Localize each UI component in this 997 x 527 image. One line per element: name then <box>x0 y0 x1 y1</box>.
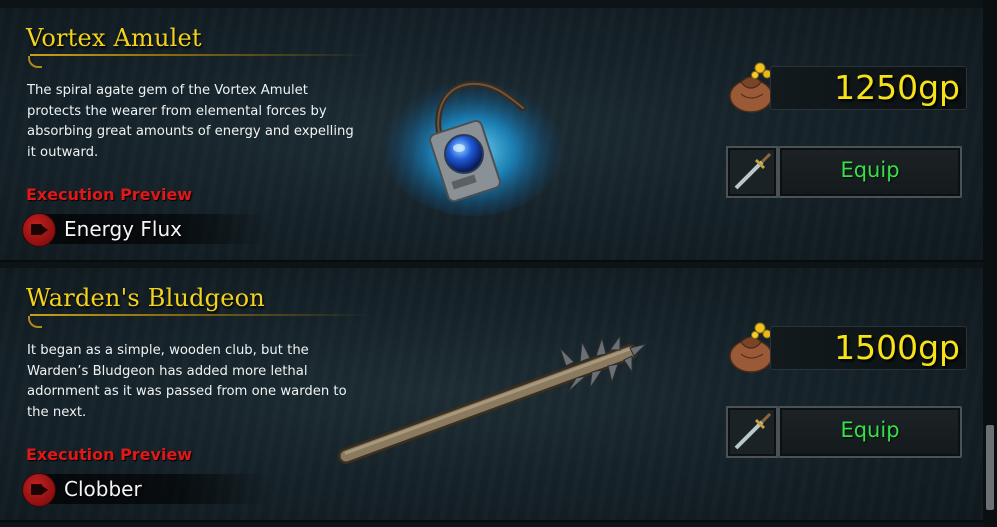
equip-label: Equip <box>840 158 900 182</box>
item-title: Vortex Amulet <box>26 24 202 52</box>
equip-row: Equip <box>726 406 962 458</box>
execution-preview-label: Execution Preview <box>26 445 193 464</box>
item-description: The spiral agate gem of the Vortex Amule… <box>27 83 354 160</box>
amulet-icon <box>381 72 565 216</box>
item-card-vortex-amulet: Vortex Amulet The spiral agate gem of th… <box>0 8 983 262</box>
video-camera-icon <box>22 473 56 507</box>
sword-icon <box>734 152 772 190</box>
sword-slot <box>726 146 778 198</box>
equip-button[interactable]: Equip <box>778 406 962 458</box>
execution-name: Energy Flux <box>64 217 182 241</box>
price-display: 1250gp <box>770 66 967 110</box>
video-camera-icon <box>22 213 56 247</box>
scrollbar[interactable] <box>983 0 997 527</box>
spiked-club-icon <box>338 334 648 464</box>
title-underline <box>30 54 370 56</box>
scrollbar-thumb[interactable] <box>986 425 994 510</box>
sword-icon <box>734 412 772 450</box>
item-card-wardens-bludgeon: Warden's Bludgeon It began as a simple, … <box>0 268 983 522</box>
price-value: 1500gp <box>834 328 960 367</box>
price-display: 1500gp <box>770 326 967 370</box>
execution-name: Clobber <box>64 477 142 501</box>
title-underline <box>30 314 370 316</box>
title-flourish-icon <box>28 56 42 68</box>
equip-label: Equip <box>840 418 900 442</box>
execution-preview-label: Execution Preview <box>26 185 193 204</box>
item-title: Warden's Bludgeon <box>26 284 265 312</box>
equip-row: Equip <box>726 146 962 198</box>
execution-preview-button[interactable]: Energy Flux <box>22 211 272 247</box>
sword-slot <box>726 406 778 458</box>
title-flourish-icon <box>28 316 42 328</box>
price-value: 1250gp <box>834 68 960 107</box>
execution-preview-button[interactable]: Clobber <box>22 471 272 507</box>
item-description: It began as a simple, wooden club, but t… <box>27 343 347 420</box>
equip-button[interactable]: Equip <box>778 146 962 198</box>
